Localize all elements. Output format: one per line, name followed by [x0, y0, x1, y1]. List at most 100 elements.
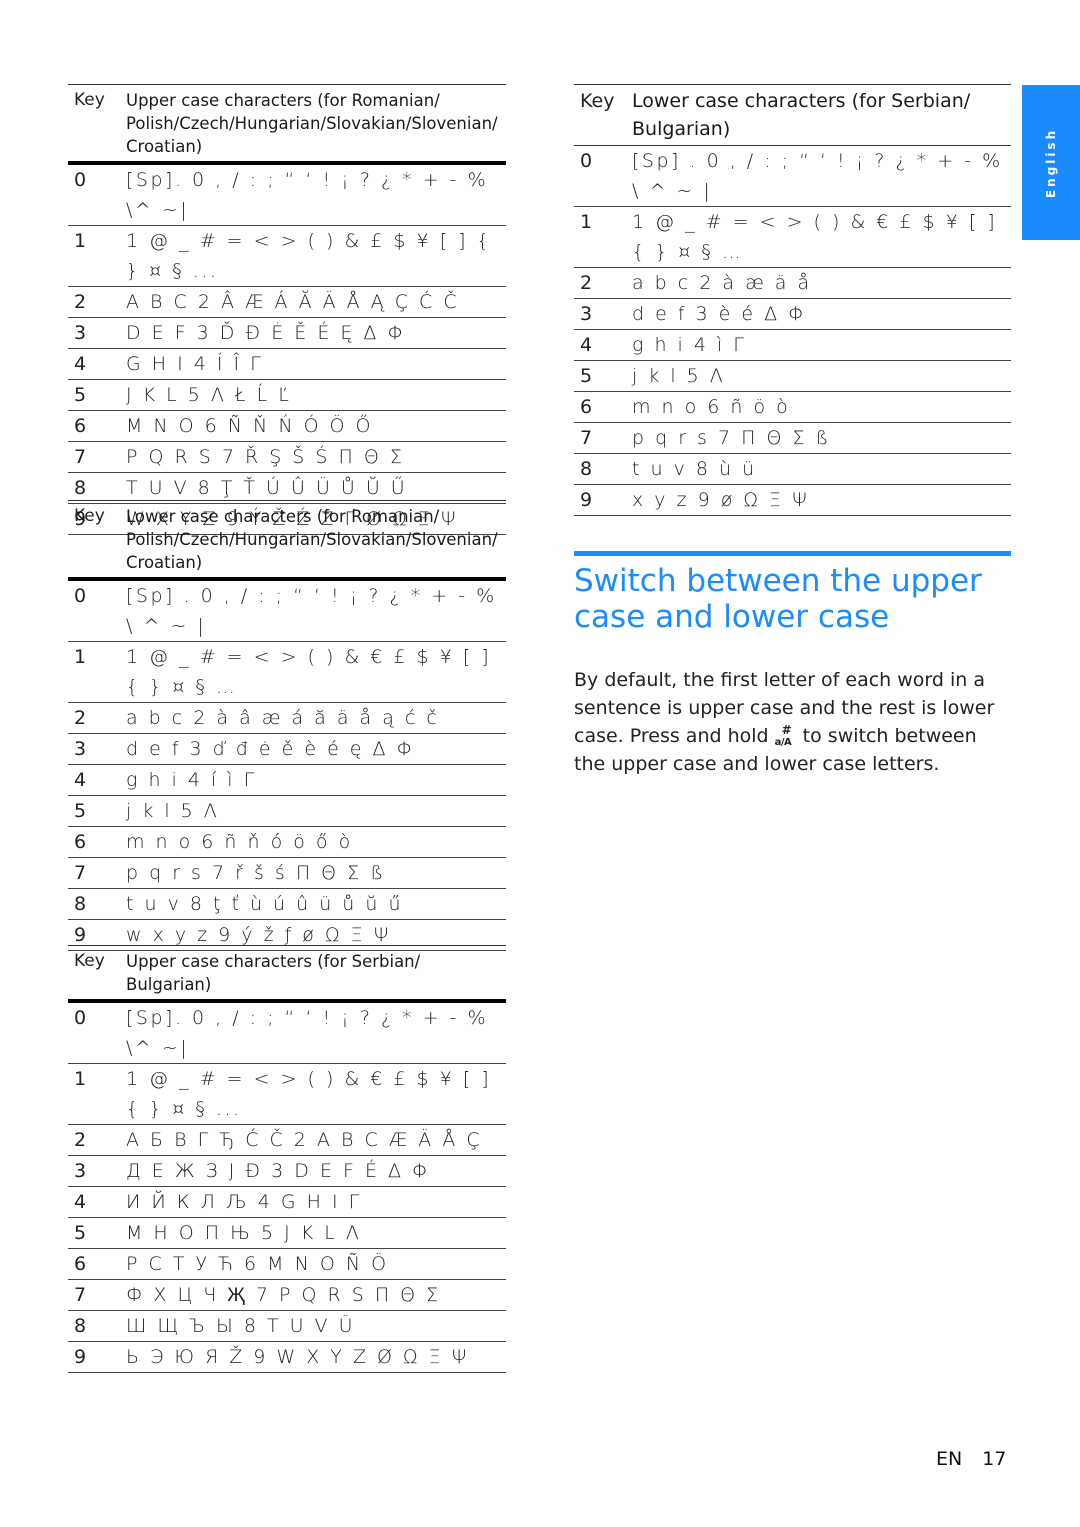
key-cell: 2 — [74, 291, 87, 313]
key-cell: 0 — [74, 1007, 87, 1029]
table-row: 3 d e f 3 è é Δ Φ — [574, 299, 1011, 330]
characters-cell: Ш Щ Ъ Ы 8 T U V Ü — [126, 1315, 355, 1337]
key-cell: 7 — [74, 1284, 87, 1306]
key-cell: 8 — [74, 893, 87, 915]
characters-cell: g h i 4 ì Γ — [632, 334, 747, 356]
table-romanian-upper: Key Upper case characters (for Romanian/ … — [68, 84, 506, 535]
table-row: 5 j k l 5 Λ — [68, 796, 506, 827]
table-row: 4 g h i 4 í ì Γ — [68, 765, 506, 796]
key-cell: 3 — [74, 1160, 87, 1182]
table-row: 9 x y z 9 ø Ω Ξ Ψ — [574, 485, 1011, 516]
table-row: 0 [Sp] . 0 , / : ; “ ‘ ! ¡ ? ¿ * + - % \ … — [68, 581, 506, 642]
table-row: 1 1 @ _ # = < > ( ) & € £ $ ¥ [ ] { } ¤ §… — [68, 642, 506, 703]
table-header: Key Upper case characters (for Romanian/ … — [68, 85, 506, 165]
table-row: 4 G H I 4 Í Î Γ — [68, 349, 506, 380]
characters-cell: 1 @ _ # = < > ( ) & € £ $ ¥ [ ] { } ¤ § … — [126, 646, 492, 698]
characters-cell: m n o 6 ñ ň ó ö ő ò — [126, 831, 353, 853]
table-serbian-upper: Key Upper case characters (for Serbian/ B… — [68, 945, 506, 1373]
characters-cell: 1 @ _ # = < > ( ) & £ $ ¥ [ ] { } ¤ § ..… — [126, 230, 492, 282]
table-row: 3 d e f 3 ď đ ė ě è é ę Δ Φ — [68, 734, 506, 765]
table-row: 2 А Б В Г Ђ Ć Č 2 A B C Æ Ä Å Ç — [68, 1125, 506, 1156]
table-row: 0 [Sp] . 0 , / : ; “ ‘ ! ¡ ? ¿ * + - % \ … — [574, 146, 1011, 207]
table-row: 6 m n o 6 ñ ň ó ö ő ò — [68, 827, 506, 858]
characters-cell: m n o 6 ñ ö ò — [632, 396, 791, 418]
key-cell: 4 — [74, 769, 87, 791]
table-row: 7 P Q R S 7 Ř Ş Š Ś Π Θ Σ — [68, 442, 506, 473]
characters-cell: t u v 8 ţ ť ù ú û ü ů ŭ ű — [126, 893, 403, 915]
table-row: 0 [Sp]. 0 , / : ; “ ‘ ! ¡ ? ¿ * + - % \^ … — [68, 165, 506, 226]
key-column-header: Key — [74, 90, 105, 110]
characters-cell: Ф Х Ц Ч Җ 7 P Q R S Π Θ Σ — [126, 1284, 441, 1306]
page-footer: EN 17 — [936, 1448, 1006, 1470]
characters-cell: j k l 5 Λ — [632, 365, 726, 387]
key-cell: 6 — [74, 831, 87, 853]
characters-column-header: Upper case characters (for Romanian/ Pol… — [126, 91, 498, 156]
characters-cell: D E F 3 Ď Đ Ė Ě É Ę Δ Φ — [126, 322, 407, 344]
characters-cell: a b c 2 à â æ á ă ä å ą ć č — [126, 707, 440, 729]
table-row: 9 Ь Э Ю Я Ž 9 W X Y Z Ø Ω Ξ Ψ — [68, 1342, 506, 1373]
key-cell: 3 — [580, 303, 593, 325]
table-row: 2 A B C 2 Â Æ Á Ă Ä Å Ą Ç Ć Č — [68, 287, 506, 318]
characters-cell: a b c 2 à æ ä å — [632, 272, 812, 294]
characters-cell: Р С Т У Ћ 6 M N O Ñ Ö — [126, 1253, 389, 1275]
key-cell: 5 — [74, 1222, 87, 1244]
table-row: 5 М Н О П Њ 5 J K L Λ — [68, 1218, 506, 1249]
key-cell: 8 — [74, 1315, 87, 1337]
table-row: 4 g h i 4 ì Γ — [574, 330, 1011, 361]
table-row: 1 1 @ _ # = < > ( ) & € £ $ ¥ [ ] { } ¤ §… — [574, 207, 1011, 268]
table-romanian-lower: Key Lower case characters (for Romanian/ … — [68, 500, 506, 951]
characters-cell: [Sp]. 0 , / : ; “ ‘ ! ¡ ? ¿ * + - % \^ ~… — [126, 169, 489, 221]
table-row: 3 Д Е Ж З Ј Ð 3 D E F É Δ Φ — [68, 1156, 506, 1187]
table-serbian-lower: Key Lower case characters (for Serbian/ B… — [574, 84, 1011, 516]
table-row: 7 p q r s 7 Π Θ Σ ß — [574, 423, 1011, 454]
table-row: 2 a b c 2 à â æ á ă ä å ą ć č — [68, 703, 506, 734]
characters-cell: J K L 5 Λ Ł Ĺ Ľ — [126, 384, 292, 406]
characters-cell: P Q R S 7 Ř Ş Š Ś Π Θ Σ — [126, 446, 405, 468]
characters-cell: М Н О П Њ 5 J K L Λ — [126, 1222, 362, 1244]
table-row: 7 Ф Х Ц Ч Җ 7 P Q R S Π Θ Σ — [68, 1280, 506, 1311]
key-cell: 5 — [74, 800, 87, 822]
characters-cell: d e f 3 è é Δ Φ — [632, 303, 808, 325]
key-cell: 2 — [74, 1129, 87, 1151]
characters-cell: [Sp]. 0 , / : ; “ ‘ ! ¡ ? ¿ * + - % \^ ~… — [126, 1007, 489, 1059]
characters-cell: g h i 4 í ì Γ — [126, 769, 257, 791]
key-cell: 1 — [74, 1068, 87, 1090]
key-cell: 0 — [74, 585, 87, 607]
table-row: 5 j k l 5 Λ — [574, 361, 1011, 392]
table-row: 7 p q r s 7 ř š ś Π Θ Σ ß — [68, 858, 506, 889]
table-header: Key Lower case characters (for Romanian/ … — [68, 501, 506, 581]
table-header: Key Upper case characters (for Serbian/ B… — [68, 946, 506, 1003]
key-cell: 5 — [580, 365, 593, 387]
section-body: By default, the first letter of each wor… — [574, 666, 1004, 778]
key-cell: 7 — [580, 427, 593, 449]
key-cell: 0 — [580, 150, 593, 172]
characters-cell: Д Е Ж З Ј Ð 3 D E F É Δ Φ — [126, 1160, 431, 1182]
characters-cell: [Sp] . 0 , / : ; “ ‘ ! ¡ ? ¿ * + - % \ ^… — [126, 585, 497, 637]
characters-cell: d e f 3 ď đ ė ě è é ę Δ Φ — [126, 738, 416, 760]
table-row: 4 И Й К Л Љ 4 G H I Γ — [68, 1187, 506, 1218]
hash-case-key-icon: # a/A — [774, 723, 792, 748]
key-cell: 6 — [74, 415, 87, 437]
table-row: 3 D E F 3 Ď Đ Ė Ě É Ę Δ Φ — [68, 318, 506, 349]
key-cell: 7 — [74, 446, 87, 468]
characters-cell: G H I 4 Í Î Γ — [126, 353, 264, 375]
characters-cell: p q r s 7 ř š ś Π Θ Σ ß — [126, 862, 386, 884]
table-row: 8 t u v 8 ţ ť ù ú û ü ů ŭ ű — [68, 889, 506, 920]
key-cell: 1 — [74, 646, 87, 668]
key-cell: 2 — [580, 272, 593, 294]
key-cell: 2 — [74, 707, 87, 729]
key-cell: 6 — [74, 1253, 87, 1275]
characters-cell: j k l 5 Λ — [126, 800, 220, 822]
key-column-header: Key — [74, 951, 105, 971]
page-number: 17 — [982, 1448, 1007, 1470]
table-header: Key Lower case characters (for Serbian/ B… — [574, 85, 1011, 146]
table-row: 1 1 @ _ # = < > ( ) & € £ $ ¥ [ ] { } ¤ §… — [68, 1064, 506, 1125]
key-cell: 9 — [580, 489, 593, 511]
table-row: 6 Р С Т У Ћ 6 M N O Ñ Ö — [68, 1249, 506, 1280]
key-cell: 5 — [74, 384, 87, 406]
table-row: 5 J K L 5 Λ Ł Ĺ Ľ — [68, 380, 506, 411]
key-cell: 4 — [74, 353, 87, 375]
key-cell: 0 — [74, 169, 87, 191]
characters-cell: T U V 8 Ţ Ť Ú Û Ü Ů Ŭ Ű — [126, 477, 408, 499]
key-cell: 6 — [580, 396, 593, 418]
